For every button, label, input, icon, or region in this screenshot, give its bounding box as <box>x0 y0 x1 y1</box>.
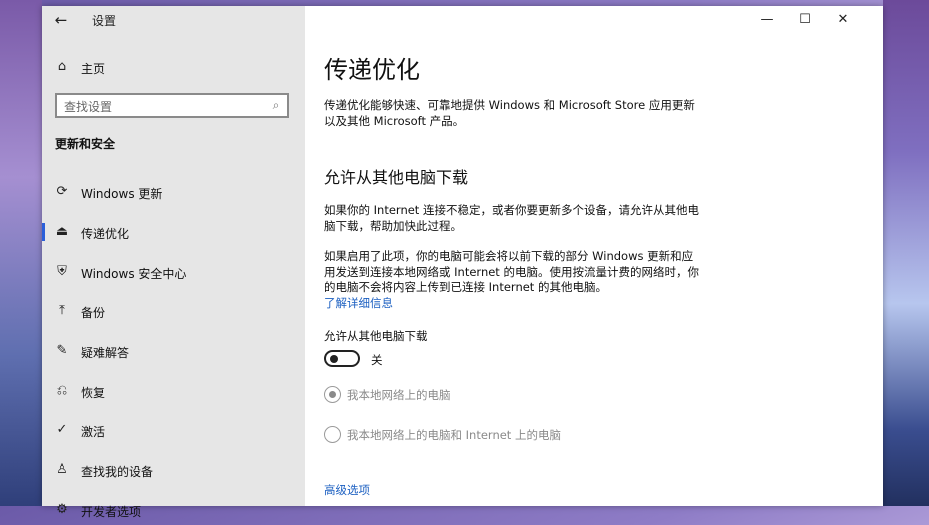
minimize-button[interactable]: — <box>753 10 781 30</box>
wrench-icon: ✎ <box>56 343 68 358</box>
desktop-wallpaper-right <box>883 0 929 506</box>
sidebar: ← 设置 ⌂ 主页 ⌕ 更新和安全 ⟳ Windows 更新 ⏏ 传递优化 ⛨ … <box>42 6 305 519</box>
radio-button[interactable] <box>324 426 341 443</box>
radio-label: 我本地网络上的电脑 <box>347 388 451 402</box>
sidebar-item-label: 传递优化 <box>81 227 130 241</box>
home-icon: ⌂ <box>57 59 67 74</box>
sidebar-item-delivery-optimization[interactable]: ⏏ 传递优化 <box>42 217 305 247</box>
radio-local-and-internet[interactable]: 我本地网络上的电脑和 Internet 上的电脑 <box>324 426 724 444</box>
sidebar-item-developer-options[interactable]: ⚙ 开发者选项 <box>42 495 305 525</box>
backup-arrow-icon: ⤒ <box>59 303 65 318</box>
close-button[interactable]: ✕ <box>829 10 857 30</box>
sidebar-section-title: 更新和安全 <box>55 137 116 151</box>
sidebar-item-label: Windows 更新 <box>81 187 163 201</box>
sidebar-item-label: 查找我的设备 <box>81 465 154 479</box>
section-title: 允许从其他电脑下载 <box>324 168 469 187</box>
sidebar-item-windows-security[interactable]: ⛨ Windows 安全中心 <box>42 257 305 287</box>
sidebar-item-label: 激活 <box>81 425 106 439</box>
sidebar-item-activation[interactable]: ✓ 激活 <box>42 415 305 445</box>
back-arrow-icon[interactable]: ← <box>52 11 70 29</box>
sync-icon: ⟳ <box>56 184 68 199</box>
titlebar: ← 设置 <box>42 6 305 34</box>
sidebar-item-home[interactable]: ⌂ 主页 <box>42 56 305 78</box>
desktop-wallpaper-left <box>0 0 42 506</box>
toggle-state-label: 关 <box>371 353 383 367</box>
learn-more-link[interactable]: 了解详细信息 <box>324 295 393 311</box>
person-locate-icon: ♙ <box>56 462 68 477</box>
active-indicator <box>42 223 45 241</box>
sidebar-home-label: 主页 <box>81 62 106 76</box>
radio-local-network[interactable]: 我本地网络上的电脑 <box>324 386 724 404</box>
intro-text: 传递优化能够快速、可靠地提供 Windows 和 Microsoft Store… <box>324 98 695 128</box>
radio-selected-dot <box>328 390 336 398</box>
sidebar-item-find-my-device[interactable]: ♙ 查找我的设备 <box>42 455 305 485</box>
shield-icon: ⛨ <box>57 264 67 279</box>
maximize-button[interactable]: ☐ <box>791 10 819 30</box>
sidebar-item-label: 疑难解答 <box>81 346 130 360</box>
sidebar-item-recovery[interactable]: ⎌ 恢复 <box>42 376 305 406</box>
settings-window: ← 设置 ⌂ 主页 ⌕ 更新和安全 ⟳ Windows 更新 ⏏ 传递优化 ⛨ … <box>42 6 883 519</box>
radio-label: 我本地网络上的电脑和 Internet 上的电脑 <box>347 428 561 442</box>
allow-downloads-toggle[interactable] <box>324 350 360 367</box>
sidebar-item-troubleshoot[interactable]: ✎ 疑难解答 <box>42 336 305 366</box>
dev-tools-icon: ⚙ <box>56 502 68 517</box>
search-icon[interactable]: ⌕ <box>269 98 283 112</box>
toggle-label: 允许从其他电脑下载 <box>324 329 428 343</box>
app-title: 设置 <box>92 14 117 28</box>
description-para-1: 如果你的 Internet 连接不稳定，或者你要更新多个设备，请允许从其他电脑下… <box>324 203 699 233</box>
recovery-icon: ⎌ <box>56 383 68 398</box>
search-box[interactable]: ⌕ <box>55 93 289 118</box>
content-pane: — ☐ ✕ 传递优化 传递优化能够快速、可靠地提供 Windows 和 Micr… <box>305 6 883 506</box>
description-para-2: 如果启用了此项，你的电脑可能会将以前下载的部分 Windows 更新和应用发送到… <box>324 249 699 294</box>
sidebar-item-label: Windows 安全中心 <box>81 267 187 281</box>
sidebar-item-label: 恢复 <box>81 386 106 400</box>
sidebar-item-windows-update[interactable]: ⟳ Windows 更新 <box>42 177 305 207</box>
toggle-knob <box>330 355 338 363</box>
window-controls: — ☐ ✕ <box>753 6 883 34</box>
sidebar-item-label: 备份 <box>81 306 106 320</box>
page-title: 传递优化 <box>324 56 420 84</box>
delivery-icon: ⏏ <box>55 224 69 239</box>
radio-button[interactable] <box>324 386 341 403</box>
check-circle-icon: ✓ <box>56 422 68 437</box>
advanced-options-link[interactable]: 高级选项 <box>324 482 370 498</box>
search-input[interactable] <box>64 98 254 115</box>
sidebar-item-backup[interactable]: ⤒ 备份 <box>42 296 305 326</box>
